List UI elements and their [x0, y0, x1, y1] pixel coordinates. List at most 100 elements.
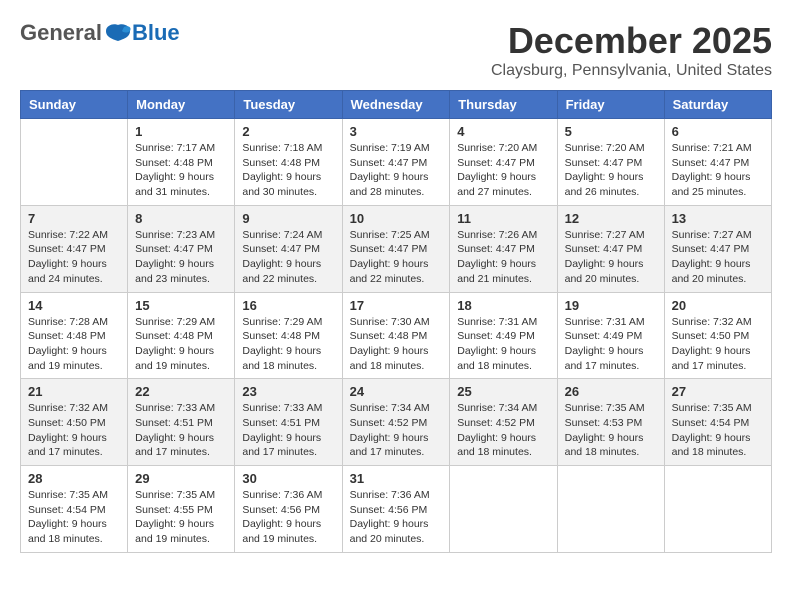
day-number: 7: [28, 211, 120, 226]
calendar-day-cell: 31 Sunrise: 7:36 AMSunset: 4:56 PMDayligh…: [342, 466, 450, 553]
day-number: 20: [672, 298, 764, 313]
calendar-table: SundayMondayTuesdayWednesdayThursdayFrid…: [20, 90, 772, 553]
calendar-day-cell: 20 Sunrise: 7:32 AMSunset: 4:50 PMDayligh…: [664, 292, 771, 379]
calendar-day-cell: [450, 466, 557, 553]
day-info: Sunrise: 7:32 AMSunset: 4:50 PMDaylight:…: [28, 401, 120, 460]
day-info: Sunrise: 7:31 AMSunset: 4:49 PMDaylight:…: [457, 315, 549, 374]
day-info: Sunrise: 7:23 AMSunset: 4:47 PMDaylight:…: [135, 228, 227, 287]
page-header: General Blue December 2025 Claysburg, Pe…: [20, 20, 772, 80]
day-number: 28: [28, 471, 120, 486]
day-number: 8: [135, 211, 227, 226]
day-number: 24: [350, 384, 443, 399]
day-info: Sunrise: 7:34 AMSunset: 4:52 PMDaylight:…: [350, 401, 443, 460]
day-number: 14: [28, 298, 120, 313]
day-number: 31: [350, 471, 443, 486]
day-info: Sunrise: 7:35 AMSunset: 4:54 PMDaylight:…: [672, 401, 764, 460]
calendar-weekday-header: Thursday: [450, 91, 557, 119]
logo-bird-icon: [104, 23, 132, 43]
calendar-day-cell: 28 Sunrise: 7:35 AMSunset: 4:54 PMDayligh…: [21, 466, 128, 553]
calendar-week-row: 7 Sunrise: 7:22 AMSunset: 4:47 PMDaylight…: [21, 205, 772, 292]
day-number: 25: [457, 384, 549, 399]
day-number: 15: [135, 298, 227, 313]
logo-general-text: General: [20, 20, 102, 46]
day-number: 19: [565, 298, 657, 313]
calendar-weekday-header: Saturday: [664, 91, 771, 119]
calendar-day-cell: 9 Sunrise: 7:24 AMSunset: 4:47 PMDaylight…: [235, 205, 342, 292]
calendar-weekday-header: Sunday: [21, 91, 128, 119]
day-info: Sunrise: 7:17 AMSunset: 4:48 PMDaylight:…: [135, 141, 227, 200]
day-info: Sunrise: 7:29 AMSunset: 4:48 PMDaylight:…: [135, 315, 227, 374]
day-info: Sunrise: 7:29 AMSunset: 4:48 PMDaylight:…: [242, 315, 334, 374]
day-info: Sunrise: 7:27 AMSunset: 4:47 PMDaylight:…: [672, 228, 764, 287]
day-number: 2: [242, 124, 334, 139]
calendar-day-cell: 7 Sunrise: 7:22 AMSunset: 4:47 PMDaylight…: [21, 205, 128, 292]
day-info: Sunrise: 7:24 AMSunset: 4:47 PMDaylight:…: [242, 228, 334, 287]
calendar-day-cell: 29 Sunrise: 7:35 AMSunset: 4:55 PMDayligh…: [128, 466, 235, 553]
day-info: Sunrise: 7:18 AMSunset: 4:48 PMDaylight:…: [242, 141, 334, 200]
calendar-day-cell: 2 Sunrise: 7:18 AMSunset: 4:48 PMDaylight…: [235, 119, 342, 206]
calendar-day-cell: 22Sunrise: 7:33 AMSunset: 4:51 PMDayligh…: [128, 379, 235, 466]
day-number: 12: [565, 211, 657, 226]
day-info: Sunrise: 7:20 AMSunset: 4:47 PMDaylight:…: [457, 141, 549, 200]
day-info: Sunrise: 7:36 AMSunset: 4:56 PMDaylight:…: [350, 488, 443, 547]
day-number: 5: [565, 124, 657, 139]
calendar-week-row: 1 Sunrise: 7:17 AMSunset: 4:48 PMDaylight…: [21, 119, 772, 206]
day-info: Sunrise: 7:36 AMSunset: 4:56 PMDaylight:…: [242, 488, 334, 547]
day-info: Sunrise: 7:33 AMSunset: 4:51 PMDaylight:…: [135, 401, 227, 460]
calendar-day-cell: 30Sunrise: 7:36 AMSunset: 4:56 PMDayligh…: [235, 466, 342, 553]
calendar-header-row: SundayMondayTuesdayWednesdayThursdayFrid…: [21, 91, 772, 119]
day-info: Sunrise: 7:35 AMSunset: 4:54 PMDaylight:…: [28, 488, 120, 547]
day-number: 18: [457, 298, 549, 313]
day-number: 11: [457, 211, 549, 226]
day-number: 9: [242, 211, 334, 226]
calendar-day-cell: 18 Sunrise: 7:31 AMSunset: 4:49 PMDayligh…: [450, 292, 557, 379]
calendar-day-cell: 4 Sunrise: 7:20 AMSunset: 4:47 PMDaylight…: [450, 119, 557, 206]
calendar-weekday-header: Monday: [128, 91, 235, 119]
day-info: Sunrise: 7:27 AMSunset: 4:47 PMDaylight:…: [565, 228, 657, 287]
day-number: 23: [242, 384, 334, 399]
calendar-weekday-header: Wednesday: [342, 91, 450, 119]
calendar-week-row: 28 Sunrise: 7:35 AMSunset: 4:54 PMDayligh…: [21, 466, 772, 553]
day-number: 10: [350, 211, 443, 226]
calendar-day-cell: 1 Sunrise: 7:17 AMSunset: 4:48 PMDaylight…: [128, 119, 235, 206]
calendar-day-cell: 15 Sunrise: 7:29 AMSunset: 4:48 PMDayligh…: [128, 292, 235, 379]
calendar-day-cell: [557, 466, 664, 553]
day-info: Sunrise: 7:22 AMSunset: 4:47 PMDaylight:…: [28, 228, 120, 287]
day-info: Sunrise: 7:30 AMSunset: 4:48 PMDaylight:…: [350, 315, 443, 374]
calendar-day-cell: 6Sunrise: 7:21 AMSunset: 4:47 PMDaylight…: [664, 119, 771, 206]
day-info: Sunrise: 7:33 AMSunset: 4:51 PMDaylight:…: [242, 401, 334, 460]
month-title: December 2025: [491, 20, 772, 62]
day-info: Sunrise: 7:28 AMSunset: 4:48 PMDaylight:…: [28, 315, 120, 374]
calendar-day-cell: 23 Sunrise: 7:33 AMSunset: 4:51 PMDayligh…: [235, 379, 342, 466]
calendar-day-cell: [664, 466, 771, 553]
calendar-week-row: 21Sunrise: 7:32 AMSunset: 4:50 PMDayligh…: [21, 379, 772, 466]
day-number: 26: [565, 384, 657, 399]
calendar-day-cell: 17Sunrise: 7:30 AMSunset: 4:48 PMDayligh…: [342, 292, 450, 379]
logo: General Blue: [20, 20, 180, 46]
calendar-day-cell: 3Sunrise: 7:19 AMSunset: 4:47 PMDaylight…: [342, 119, 450, 206]
day-number: 27: [672, 384, 764, 399]
day-info: Sunrise: 7:19 AMSunset: 4:47 PMDaylight:…: [350, 141, 443, 200]
calendar-day-cell: 10Sunrise: 7:25 AMSunset: 4:47 PMDayligh…: [342, 205, 450, 292]
day-info: Sunrise: 7:26 AMSunset: 4:47 PMDaylight:…: [457, 228, 549, 287]
day-info: Sunrise: 7:20 AMSunset: 4:47 PMDaylight:…: [565, 141, 657, 200]
day-number: 29: [135, 471, 227, 486]
day-number: 13: [672, 211, 764, 226]
day-info: Sunrise: 7:35 AMSunset: 4:55 PMDaylight:…: [135, 488, 227, 547]
day-info: Sunrise: 7:34 AMSunset: 4:52 PMDaylight:…: [457, 401, 549, 460]
day-info: Sunrise: 7:32 AMSunset: 4:50 PMDaylight:…: [672, 315, 764, 374]
calendar-day-cell: 19Sunrise: 7:31 AMSunset: 4:49 PMDayligh…: [557, 292, 664, 379]
day-number: 1: [135, 124, 227, 139]
calendar-day-cell: 11 Sunrise: 7:26 AMSunset: 4:47 PMDayligh…: [450, 205, 557, 292]
title-block: December 2025 Claysburg, Pennsylvania, U…: [491, 20, 772, 80]
calendar-weekday-header: Tuesday: [235, 91, 342, 119]
day-info: Sunrise: 7:35 AMSunset: 4:53 PMDaylight:…: [565, 401, 657, 460]
calendar-day-cell: [21, 119, 128, 206]
calendar-day-cell: 21Sunrise: 7:32 AMSunset: 4:50 PMDayligh…: [21, 379, 128, 466]
day-number: 4: [457, 124, 549, 139]
calendar-day-cell: 26 Sunrise: 7:35 AMSunset: 4:53 PMDayligh…: [557, 379, 664, 466]
calendar-day-cell: 12 Sunrise: 7:27 AMSunset: 4:47 PMDayligh…: [557, 205, 664, 292]
day-info: Sunrise: 7:21 AMSunset: 4:47 PMDaylight:…: [672, 141, 764, 200]
calendar-day-cell: 14 Sunrise: 7:28 AMSunset: 4:48 PMDayligh…: [21, 292, 128, 379]
calendar-day-cell: 8 Sunrise: 7:23 AMSunset: 4:47 PMDaylight…: [128, 205, 235, 292]
